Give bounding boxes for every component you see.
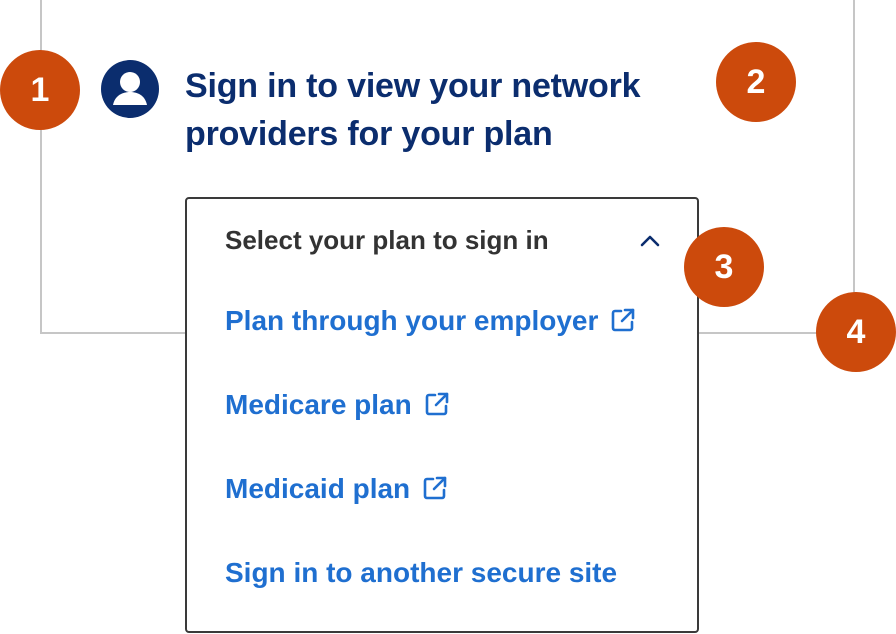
option-medicaid-plan-label: Medicaid plan	[225, 473, 411, 504]
external-link-icon	[425, 392, 449, 416]
plan-select-toggle[interactable]: Select your plan to sign in	[225, 223, 665, 257]
callout-marker-2: 2	[716, 42, 796, 122]
external-link-icon	[612, 308, 635, 332]
option-another-secure-site[interactable]: Sign in to another secure site	[225, 555, 617, 591]
plan-select-label: Select your plan to sign in	[225, 225, 549, 255]
external-link-icon	[423, 476, 447, 500]
option-medicare-plan[interactable]: Medicare plan	[225, 387, 450, 423]
option-another-secure-site-label: Sign in to another secure site	[225, 557, 618, 588]
option-medicaid-plan[interactable]: Medicaid plan	[225, 471, 448, 507]
chevron-up-icon	[640, 235, 660, 247]
plan-select-dropdown: Select your plan to sign in Plan through…	[185, 197, 699, 633]
option-employer-plan-label: Plan through your employer	[225, 305, 599, 336]
option-medicare-plan-label: Medicare plan	[225, 389, 412, 420]
callout-marker-4: 4	[816, 292, 896, 372]
user-account-icon	[101, 60, 159, 118]
callout-marker-3: 3	[684, 227, 764, 307]
callout-marker-1: 1	[0, 50, 80, 130]
page-title: Sign in to view your network providers f…	[185, 67, 641, 153]
option-employer-plan[interactable]: Plan through your employer	[225, 303, 636, 339]
